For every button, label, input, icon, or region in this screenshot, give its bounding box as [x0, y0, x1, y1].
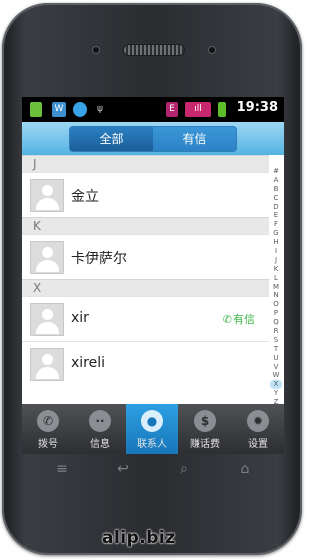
alphabet-index-letter[interactable]: S [270, 336, 282, 345]
phone-screen: W ψ E ıll 19:38 全部 有信 J 金立 K 卡伊萨尔 X xir … [22, 97, 284, 454]
avatar [30, 348, 64, 381]
contact-name: xir [71, 310, 89, 326]
phone-icon: ✆ [222, 313, 232, 326]
home-key-icon[interactable]: ⌂ [235, 462, 255, 476]
clock: 19:38 [236, 100, 278, 115]
front-camera [209, 47, 215, 53]
signal-icon: ıll [185, 102, 211, 117]
nav-label: 设置 [248, 439, 268, 450]
tab-header: 全部 有信 [22, 122, 284, 155]
alphabet-index-letter[interactable]: I [270, 247, 282, 256]
person-icon: ● [141, 410, 163, 432]
battery-icon [218, 102, 226, 117]
search-key-icon[interactable]: ⌕ [174, 462, 194, 476]
youxin-call-button[interactable]: ✆有信 [223, 311, 255, 327]
bottom-nav: ✆ 拨号 ·· 信息 ● 联系人 $ 赚话费 ✹ 设置 [22, 404, 284, 454]
app-icon [30, 102, 42, 117]
alphabet-index-letter[interactable]: D [270, 203, 282, 212]
phone-icon: ✆ [37, 410, 59, 432]
proximity-sensor [93, 47, 99, 53]
avatar [30, 179, 64, 212]
alphabet-index-letter[interactable]: W [270, 371, 282, 380]
alphabet-index-letter[interactable]: N [270, 291, 282, 300]
nav-label: 联系人 [137, 439, 167, 450]
nav-label: 信息 [90, 439, 110, 450]
alphabet-index-letter[interactable]: A [270, 176, 282, 185]
alphabet-index-letter[interactable]: U [270, 354, 282, 363]
alphabet-index-letter[interactable]: X [270, 380, 282, 390]
usb-icon: ψ [97, 104, 103, 114]
alphabet-index-letter[interactable]: C [270, 194, 282, 203]
avatar [30, 303, 64, 336]
alphabet-index-letter[interactable]: T [270, 345, 282, 354]
contact-row[interactable]: xireli [22, 341, 269, 386]
avatar [30, 241, 64, 274]
nav-settings[interactable]: ✹ 设置 [232, 404, 284, 454]
nav-dial[interactable]: ✆ 拨号 [22, 404, 74, 454]
alphabet-index-letter[interactable]: Y [270, 389, 282, 398]
contact-row[interactable]: 卡伊萨尔 [22, 234, 269, 279]
alphabet-index-letter[interactable]: # [270, 167, 282, 176]
nav-messages[interactable]: ·· 信息 [74, 404, 126, 454]
earpiece-speaker [124, 45, 184, 55]
money-bag-icon: $ [194, 410, 216, 432]
contact-row[interactable]: xir ✆有信 [22, 296, 269, 341]
contact-name: 金立 [71, 189, 99, 205]
alphabet-index-letter[interactable]: L [270, 274, 282, 283]
menu-key-icon[interactable]: ≡ [52, 462, 72, 476]
contact-list[interactable]: J 金立 K 卡伊萨尔 X xir ✆有信 xireli [22, 155, 269, 404]
wechat-icon: W [52, 102, 66, 117]
youxin-label: 有信 [233, 313, 255, 326]
alphabet-index-letter[interactable]: V [270, 363, 282, 372]
tab-all[interactable]: 全部 [70, 127, 153, 151]
nav-label: 拨号 [38, 439, 58, 450]
alphabet-index[interactable]: # A B C D E F G H I J K L M N O P Q R S T U V W X Y Z [270, 167, 282, 406]
qq-icon [73, 102, 87, 117]
tab-youxin[interactable]: 有信 [153, 127, 236, 151]
alphabet-index-letter[interactable]: J [270, 256, 282, 265]
alphabet-index-letter[interactable]: R [270, 327, 282, 336]
section-header: J [22, 155, 269, 172]
sim-icon: E [166, 102, 178, 117]
nav-label: 赚话费 [190, 439, 220, 450]
back-key-icon[interactable]: ↩ [113, 462, 133, 476]
contact-name: 卡伊萨尔 [71, 251, 127, 267]
alphabet-index-letter[interactable]: O [270, 300, 282, 309]
contact-name: xireli [71, 355, 106, 371]
alphabet-index-letter[interactable]: B [270, 185, 282, 194]
nav-earn[interactable]: $ 赚话费 [179, 404, 231, 454]
chat-bubble-icon: ·· [89, 410, 111, 432]
alphabet-index-letter[interactable]: K [270, 265, 282, 274]
watermark: alip.biz [102, 528, 176, 548]
alphabet-index-letter[interactable]: M [270, 283, 282, 292]
section-header: K [22, 217, 269, 234]
status-bar: W ψ E ıll 19:38 [22, 97, 284, 122]
alphabet-index-letter[interactable]: Q [270, 318, 282, 327]
gear-icon: ✹ [247, 410, 269, 432]
nav-contacts[interactable]: ● 联系人 [126, 404, 178, 454]
alphabet-index-letter[interactable]: P [270, 309, 282, 318]
alphabet-index-letter[interactable]: E [270, 211, 282, 220]
section-header: X [22, 279, 269, 296]
alphabet-index-letter[interactable]: H [270, 238, 282, 247]
tab-switcher: 全部 有信 [69, 126, 237, 152]
contact-row[interactable]: 金立 [22, 172, 269, 217]
alphabet-index-letter[interactable]: G [270, 229, 282, 238]
alphabet-index-letter[interactable]: F [270, 220, 282, 229]
